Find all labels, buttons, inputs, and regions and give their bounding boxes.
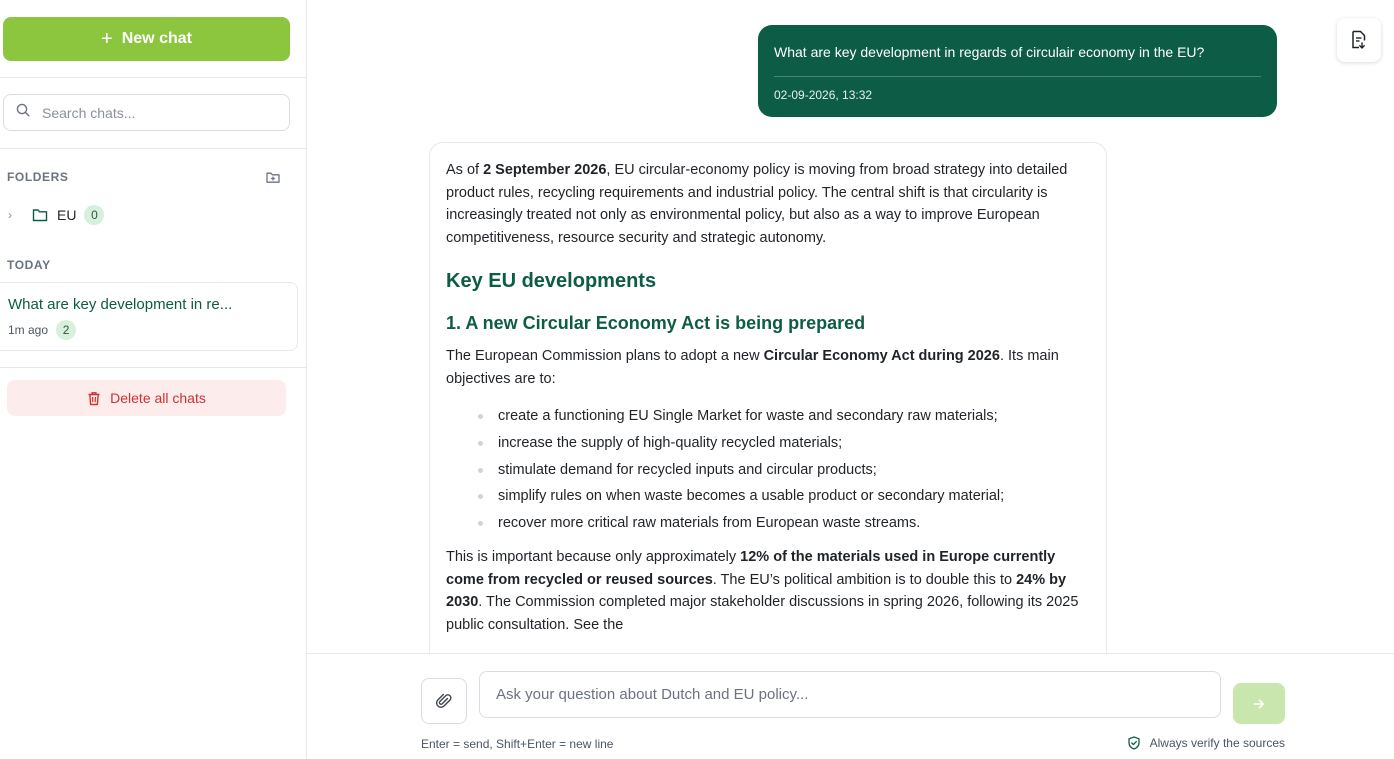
answer-paragraph: The European Commission plans to adopt a… bbox=[446, 348, 1059, 387]
folder-item-eu[interactable]: › EU 0 bbox=[8, 204, 105, 226]
composer: Enter = send, Shift+Enter = new line Alw… bbox=[307, 653, 1394, 759]
divider bbox=[0, 77, 306, 78]
delete-all-chats-button[interactable]: Delete all chats bbox=[7, 380, 286, 416]
chat-count-badge: 2 bbox=[56, 320, 77, 340]
folder-name: EU bbox=[57, 207, 77, 223]
user-message: What are key development in regards of c… bbox=[758, 25, 1277, 117]
arrow-right-icon bbox=[1253, 699, 1264, 708]
chevron-right-icon[interactable]: › bbox=[8, 208, 22, 222]
delete-all-label: Delete all chats bbox=[110, 390, 206, 406]
search-input[interactable] bbox=[42, 104, 262, 121]
shield-check-icon bbox=[1127, 736, 1140, 750]
send-button[interactable] bbox=[1233, 683, 1285, 724]
divider bbox=[0, 367, 306, 368]
answer-subheading: 1. A new Circular Economy Act is being p… bbox=[446, 313, 866, 333]
chat-title: What are key development in re... bbox=[8, 296, 233, 313]
new-chat-button[interactable]: + New chat bbox=[3, 17, 290, 61]
attach-button[interactable] bbox=[421, 678, 467, 724]
plus-icon: + bbox=[101, 28, 113, 50]
trash-icon bbox=[88, 391, 100, 405]
answer-intro: As of 2 September 2026, EU circular-econ… bbox=[446, 162, 1068, 246]
message-divider bbox=[774, 76, 1261, 77]
list-item: increase the supply of high-quality recy… bbox=[478, 432, 1090, 454]
folders-heading: FOLDERS bbox=[7, 170, 69, 184]
user-message-text: What are key development in regards of c… bbox=[774, 44, 1205, 60]
verify-note: Always verify the sources bbox=[1114, 736, 1285, 750]
search-box[interactable] bbox=[3, 94, 290, 131]
sidebar: + New chat FOLDERS › EU 0 TODAY What are… bbox=[0, 0, 307, 759]
list-item: stimulate demand for recycled inputs and… bbox=[478, 459, 1090, 481]
answer-heading: Key EU developments bbox=[446, 270, 657, 292]
keyboard-hint: Enter = send, Shift+Enter = new line bbox=[421, 737, 614, 751]
export-button[interactable] bbox=[1337, 18, 1381, 62]
chat-list-item[interactable]: What are key development in re... 1m ago… bbox=[0, 282, 298, 351]
new-chat-label: New chat bbox=[121, 30, 192, 47]
new-folder-icon[interactable] bbox=[265, 169, 281, 185]
divider bbox=[0, 148, 306, 149]
folder-icon bbox=[32, 208, 48, 222]
folder-count-badge: 0 bbox=[84, 205, 105, 225]
chat-meta: 1m ago 2 bbox=[8, 320, 77, 340]
paperclip-icon bbox=[435, 693, 452, 708]
list-item: simplify rules on when waste becomes a u… bbox=[478, 485, 1090, 507]
list-item: create a functioning EU Single Market fo… bbox=[478, 405, 1090, 427]
message-timestamp: 02-09-2026, 13:32 bbox=[774, 88, 873, 102]
objectives-list: create a functioning EU Single Market fo… bbox=[446, 405, 1090, 534]
answer-paragraph: This is important because only approxima… bbox=[446, 549, 1079, 633]
chat-time: 1m ago bbox=[8, 323, 49, 337]
chat-main: What are key development in regards of c… bbox=[307, 0, 1394, 759]
today-heading: TODAY bbox=[7, 258, 51, 272]
search-icon bbox=[16, 103, 30, 122]
question-input[interactable] bbox=[479, 671, 1221, 718]
list-item: recover more critical raw materials from… bbox=[478, 512, 1090, 534]
document-export-icon bbox=[1352, 30, 1366, 49]
assistant-answer: As of 2 September 2026, EU circular-econ… bbox=[429, 142, 1107, 682]
verify-note-text: Always verify the sources bbox=[1149, 736, 1285, 750]
